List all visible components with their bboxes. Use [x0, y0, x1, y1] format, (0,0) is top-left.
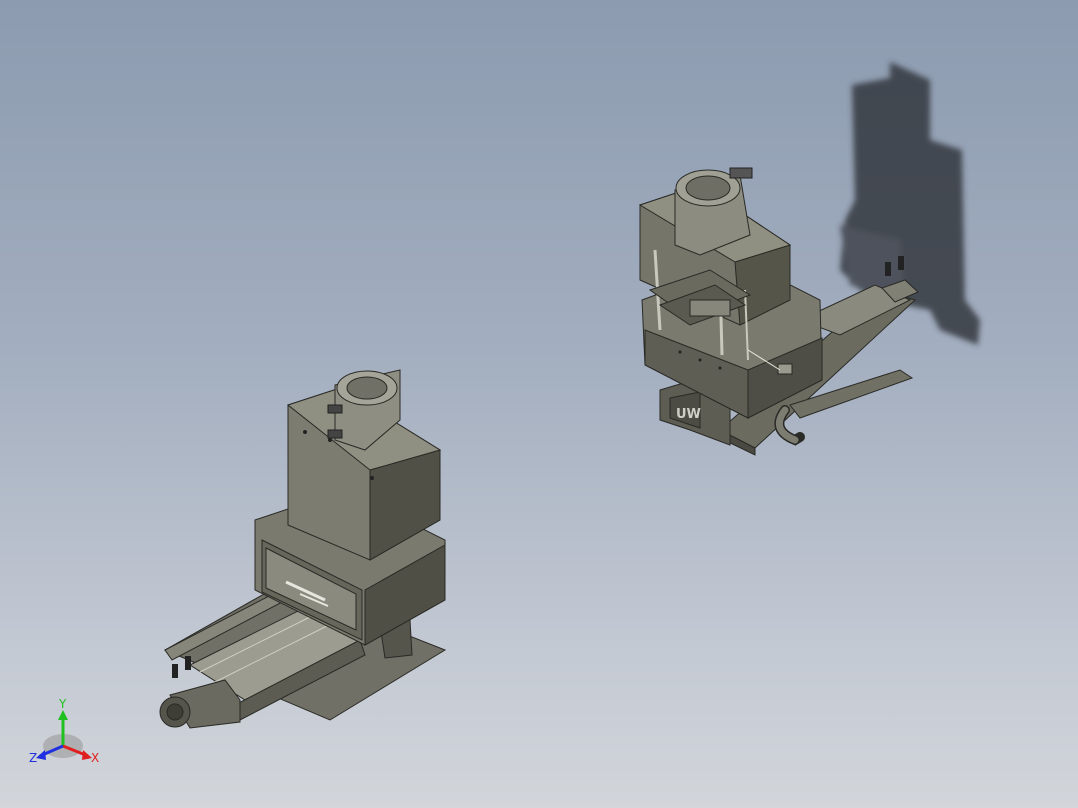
model-canvas[interactable]: UW Y X Z: [0, 0, 1078, 808]
triad-x-label: X: [91, 751, 99, 765]
logo-text: UW: [676, 407, 701, 422]
triad-y-label: Y: [58, 697, 67, 711]
cad-3d-viewport[interactable]: UW Y X Z: [0, 0, 1078, 808]
orientation-triad[interactable]: Y X Z: [29, 697, 99, 765]
sensor-icon: [172, 656, 191, 678]
left-press-module[interactable]: [159, 369, 447, 729]
servo-motor-left: [159, 679, 241, 729]
triad-z-label: Z: [29, 751, 37, 765]
